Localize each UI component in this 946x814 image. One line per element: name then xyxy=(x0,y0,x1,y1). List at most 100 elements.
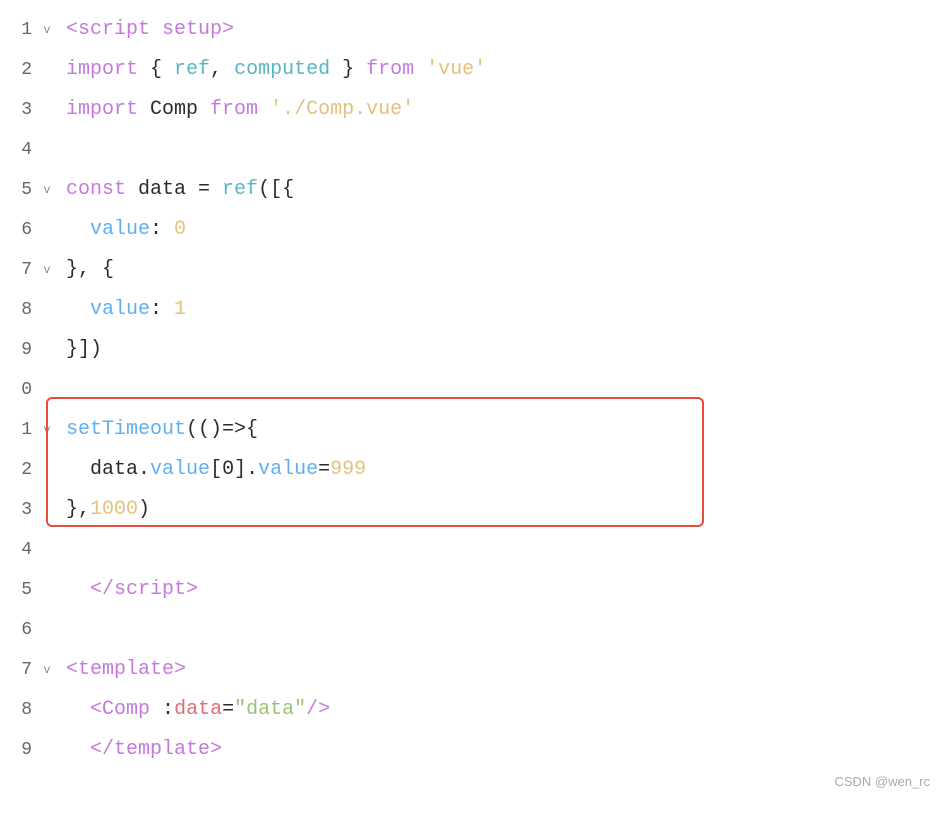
code-token: }, { xyxy=(66,250,114,290)
line-number: 7 xyxy=(0,250,40,290)
code-token: > xyxy=(222,10,234,50)
code-token: import xyxy=(66,90,138,130)
code-token: > xyxy=(174,650,186,690)
code-token: const xyxy=(66,170,126,210)
code-token: template xyxy=(114,730,210,770)
code-line: 7v }, { xyxy=(0,250,946,290)
code-token: 'vue' xyxy=(426,50,486,90)
code-token: }, xyxy=(66,490,90,530)
code-line: 3 },1000) xyxy=(0,490,946,530)
code-line: 1vsetTimeout(()=>{ xyxy=(0,410,946,450)
line-number: 5 xyxy=(0,170,40,210)
fold-icon[interactable]: v xyxy=(40,10,54,50)
code-token xyxy=(66,570,90,610)
line-number: 4 xyxy=(0,530,40,570)
code-token: = xyxy=(318,450,330,490)
code-token: 1 xyxy=(174,290,186,330)
code-line: 6 value: 0 xyxy=(0,210,946,250)
line-number: 3 xyxy=(0,490,40,530)
code-token: Comp xyxy=(138,90,198,130)
code-token: : xyxy=(150,210,174,250)
line-number: 6 xyxy=(0,610,40,650)
code-token: </ xyxy=(90,730,114,770)
fold-icon[interactable]: v xyxy=(40,650,54,690)
fold-icon[interactable]: v xyxy=(40,170,54,210)
line-number: 1 xyxy=(0,10,40,50)
code-token: "data" xyxy=(234,690,306,730)
line-content: const data = ref([{ xyxy=(56,170,294,210)
code-line: 5vconst data = ref([{ xyxy=(0,170,946,210)
code-token: computed xyxy=(222,50,330,90)
code-token: . xyxy=(138,450,150,490)
line-content: <template> xyxy=(56,650,186,690)
code-editor: 1v<script setup>2 import { ref, computed… xyxy=(0,0,946,780)
code-token: { xyxy=(138,50,174,90)
code-token: ref xyxy=(174,50,210,90)
fold-icon[interactable]: v xyxy=(40,250,54,290)
code-line: 8 value: 1 xyxy=(0,290,946,330)
code-token: Comp xyxy=(102,690,150,730)
line-number: 5 xyxy=(0,570,40,610)
line-number: 7 xyxy=(0,650,40,690)
line-content: import Comp from './Comp.vue' xyxy=(56,90,414,130)
code-token: './Comp.vue' xyxy=(270,90,414,130)
line-content: import { ref, computed } from 'vue' xyxy=(56,50,486,90)
code-token: value xyxy=(150,450,210,490)
line-number: 6 xyxy=(0,210,40,250)
line-number: 9 xyxy=(0,730,40,770)
code-line: 9 }]) xyxy=(0,330,946,370)
code-line: 4 xyxy=(0,130,946,170)
code-token xyxy=(258,90,270,130)
line-content: value: 0 xyxy=(56,210,186,250)
code-line: 4 xyxy=(0,530,946,570)
line-content: </template> xyxy=(56,730,222,770)
code-token: ref xyxy=(222,170,258,210)
code-token: < xyxy=(90,690,102,730)
line-number: 4 xyxy=(0,130,40,170)
code-token: 1000 xyxy=(90,490,138,530)
code-token: import xyxy=(66,50,138,90)
code-line: 9 </template> xyxy=(0,730,946,770)
code-line: 8 <Comp :data="data"/> xyxy=(0,690,946,730)
code-token: value xyxy=(90,290,150,330)
code-token: }]) xyxy=(66,330,102,370)
line-number: 3 xyxy=(0,90,40,130)
code-line: 2 data.value[0].value=999 xyxy=(0,450,946,490)
code-token xyxy=(66,730,90,770)
line-number: 2 xyxy=(0,50,40,90)
line-content: },1000) xyxy=(56,490,150,530)
code-token: 0 xyxy=(174,210,186,250)
code-token: ) xyxy=(138,490,150,530)
code-token: 999 xyxy=(330,450,366,490)
code-token: setup xyxy=(150,10,222,50)
code-token: > xyxy=(186,570,198,610)
code-token: , xyxy=(210,50,222,90)
code-token: data xyxy=(126,170,186,210)
code-token xyxy=(66,210,90,250)
code-token: setTimeout xyxy=(66,410,186,450)
code-token: < xyxy=(66,650,78,690)
code-token: > xyxy=(210,730,222,770)
line-content: <script setup> xyxy=(56,10,234,50)
code-token: data xyxy=(174,690,222,730)
code-line: 6 xyxy=(0,610,946,650)
code-token: : xyxy=(150,290,174,330)
code-token: : xyxy=(150,690,174,730)
line-number: 8 xyxy=(0,290,40,330)
line-content: <Comp :data="data"/> xyxy=(56,690,330,730)
code-line: 2 import { ref, computed } from 'vue' xyxy=(0,50,946,90)
fold-icon[interactable]: v xyxy=(40,410,54,450)
line-number: 8 xyxy=(0,690,40,730)
code-token: [0]. xyxy=(210,450,258,490)
line-content: }, { xyxy=(56,250,114,290)
code-line: 3 import Comp from './Comp.vue' xyxy=(0,90,946,130)
line-content: data.value[0].value=999 xyxy=(56,450,366,490)
code-token: from xyxy=(354,50,414,90)
code-token: value xyxy=(258,450,318,490)
code-token: from xyxy=(198,90,258,130)
line-number: 0 xyxy=(0,370,40,410)
code-token: /> xyxy=(306,690,330,730)
code-token: = xyxy=(186,170,222,210)
code-line: 5 </script> xyxy=(0,570,946,610)
watermark: CSDN @wen_rc xyxy=(834,762,930,802)
